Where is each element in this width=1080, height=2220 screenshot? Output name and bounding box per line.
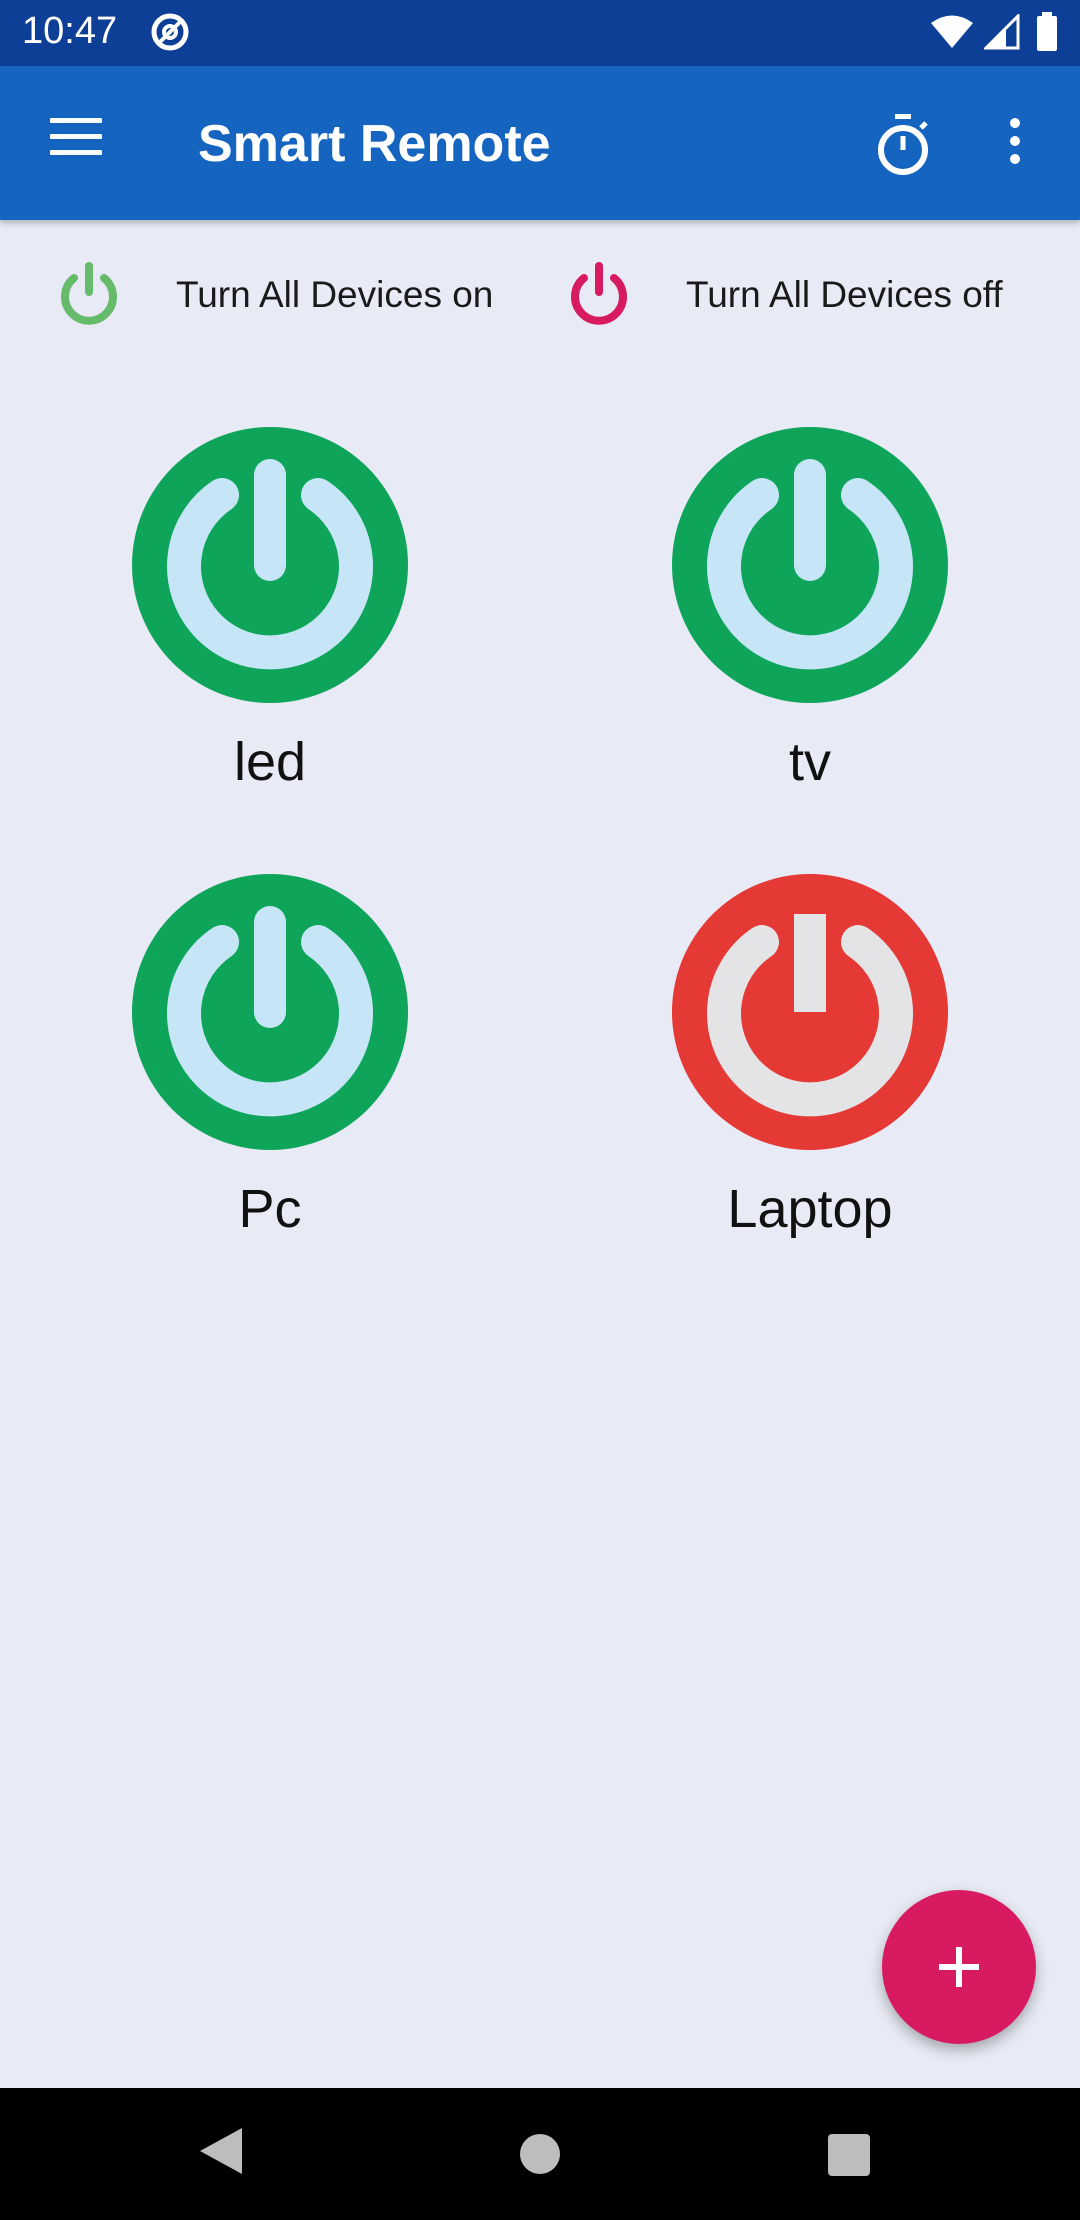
cell-signal-icon [984,14,1020,50]
device-name: Laptop [727,1179,893,1239]
device-name: tv [788,732,831,792]
all-devices-row: Turn All Devices on Turn All Devices off [0,250,1080,340]
device-tile-laptop[interactable]: Laptop [650,872,970,1272]
status-time: 10:47 [22,10,118,52]
menu-icon[interactable] [40,118,114,168]
device-name: led [233,732,307,792]
device-name: Pc [238,1179,302,1239]
at-sign-icon [151,13,189,51]
wifi-icon [931,15,973,48]
power-off-icon [672,874,948,1150]
app-bar: Smart Remote [0,66,1080,220]
system-nav-bar [0,2088,1080,2220]
device-tile-tv[interactable]: tv [650,425,970,825]
turn-all-off-label: Turn All Devices off [686,274,1003,315]
add-device-button[interactable] [882,1890,1036,2044]
turn-all-on-label: Turn All Devices on [176,274,494,315]
power-off-icon [571,262,627,325]
page-title: Smart Remote [198,115,551,173]
power-on-icon [672,427,948,703]
device-tile-led[interactable]: led [110,425,430,825]
power-on-icon [132,874,408,1150]
more-options-icon[interactable] [990,110,1040,180]
power-on-icon [132,427,408,703]
power-on-icon [61,262,117,325]
battery-icon [1037,12,1057,51]
turn-all-on-button[interactable]: Turn All Devices on [40,250,520,340]
device-tile-pc[interactable]: Pc [110,872,430,1272]
status-bar: 10:47 [0,0,1080,66]
home-icon[interactable] [520,2134,560,2174]
timer-icon[interactable] [868,110,938,180]
turn-all-off-button[interactable]: Turn All Devices off [550,250,1050,340]
back-icon[interactable] [198,2126,244,2176]
recents-icon[interactable] [828,2134,870,2176]
